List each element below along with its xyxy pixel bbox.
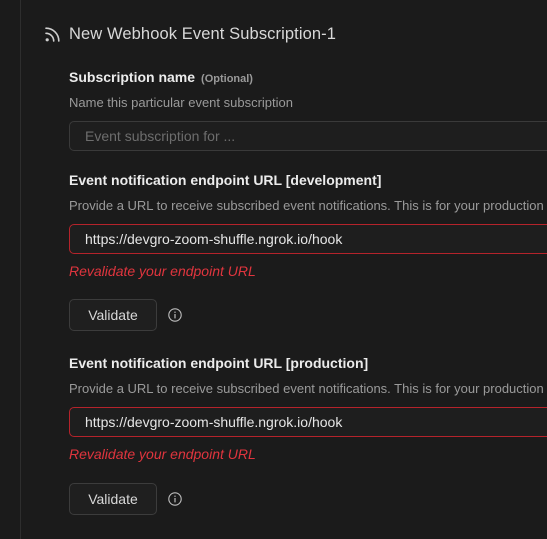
prod-endpoint-url-input[interactable] bbox=[69, 407, 547, 437]
subscription-name-input[interactable] bbox=[69, 121, 547, 151]
subscription-name-help: Name this particular event subscription bbox=[69, 95, 293, 110]
prod-endpoint-help: Provide a URL to receive subscribed even… bbox=[69, 381, 544, 396]
subscription-header: New Webhook Event Subscription-1 bbox=[44, 22, 336, 46]
dev-endpoint-error: Revalidate your endpoint URL bbox=[69, 263, 256, 279]
dev-endpoint-help: Provide a URL to receive subscribed even… bbox=[69, 198, 544, 213]
subscription-title: New Webhook Event Subscription-1 bbox=[69, 24, 337, 43]
dev-endpoint-url-input[interactable] bbox=[69, 224, 547, 254]
optional-tag: (Optional) bbox=[201, 73, 253, 85]
dev-endpoint-label: Event notification endpoint URL [develop… bbox=[69, 172, 382, 188]
webhook-subscription-panel: New Webhook Event Subscription-1 Subscri… bbox=[0, 0, 547, 539]
subscription-name-label-text: Subscription name bbox=[69, 69, 196, 85]
prod-endpoint-error: Revalidate your endpoint URL bbox=[69, 446, 256, 462]
prod-endpoint-label: Event notification endpoint URL [product… bbox=[69, 355, 369, 371]
info-icon[interactable] bbox=[168, 492, 182, 506]
section-divider bbox=[20, 0, 21, 539]
prod-validate-button[interactable]: Validate bbox=[69, 483, 157, 515]
rss-feed-icon bbox=[45, 27, 60, 42]
dev-validate-button[interactable]: Validate bbox=[69, 299, 157, 331]
info-icon[interactable] bbox=[168, 308, 182, 322]
subscription-name-label: Subscription name (Optional) bbox=[69, 69, 253, 85]
